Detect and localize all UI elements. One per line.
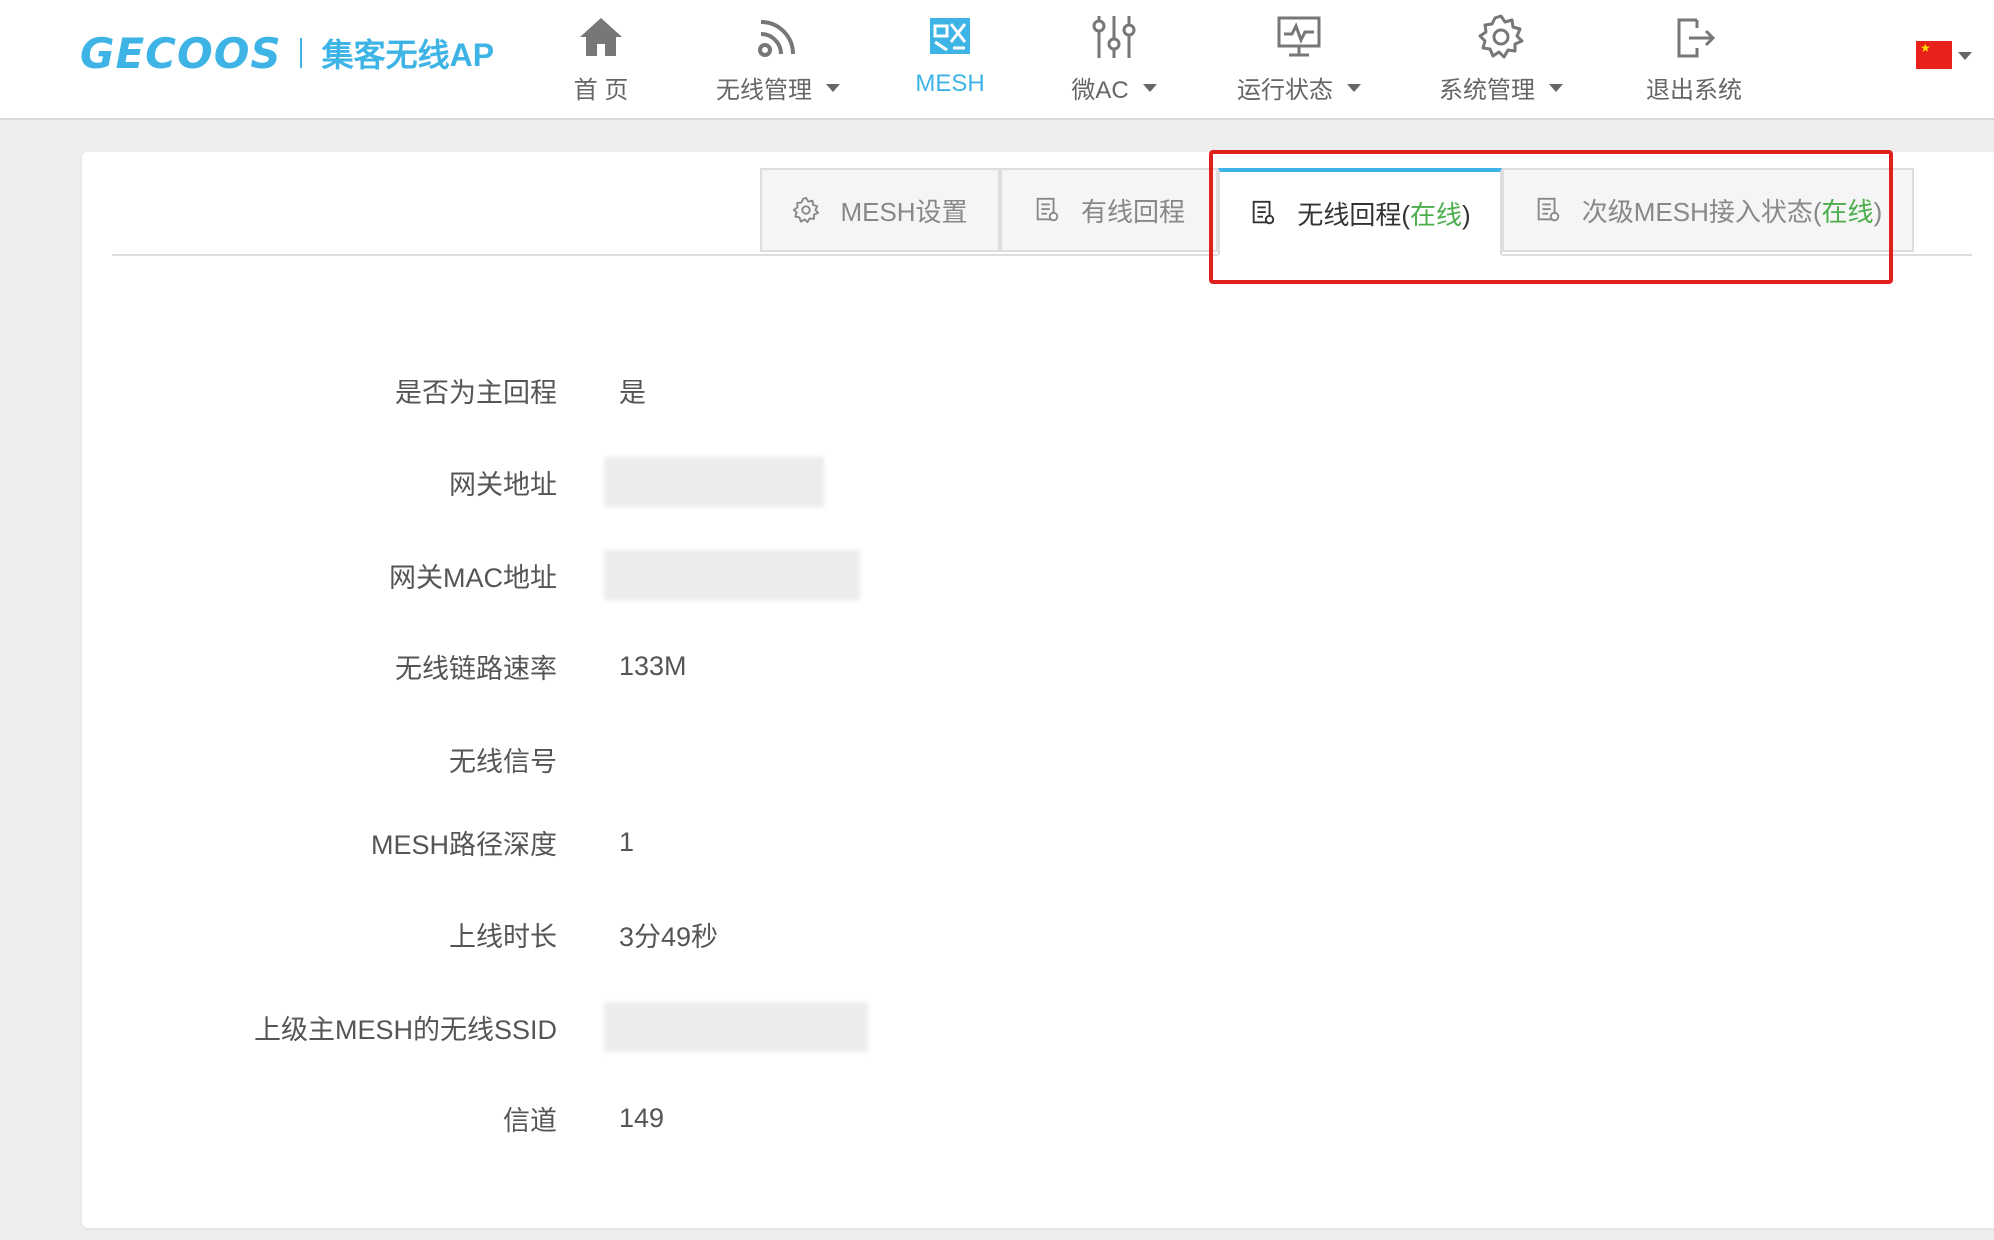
info-label: 上级主MESH的无线SSID: [253, 1014, 557, 1045]
nav-running-status-label: 运行状态: [1237, 70, 1361, 105]
info-row-gateway-mac: 网关MAC地址: [82, 550, 1282, 600]
nav-home-label: 首 页: [573, 77, 629, 104]
info-row-upper-ssid: 上级主MESH的无线SSID: [82, 1002, 1282, 1052]
info-row-primary-backhaul: 是否为主回程 是: [82, 370, 1282, 410]
gear-icon: [1478, 14, 1524, 59]
nav-system-management-label: 系统管理: [1439, 70, 1563, 105]
document-icon: [1036, 197, 1059, 222]
redacted-value: [604, 1002, 868, 1052]
language-dropdown-icon[interactable]: [1958, 52, 1972, 60]
info-label: 网关地址: [449, 469, 557, 500]
tab-wired-backhaul[interactable]: 有线回程: [1000, 168, 1218, 252]
nav-mesh[interactable]: MESH: [912, 0, 988, 118]
nav-micro-ac[interactable]: 微AC: [1066, 0, 1162, 118]
highlight-box: [1209, 150, 1893, 284]
flag-star-icon: ★: [1920, 41, 1931, 55]
info-value: 133M: [619, 650, 687, 681]
nav-system-management-text: 系统管理: [1439, 77, 1535, 104]
info-row-online-duration: 上线时长 3分49秒: [82, 914, 1282, 954]
info-value: 是: [619, 377, 646, 408]
monitor-icon: [1277, 16, 1321, 57]
nav-logout[interactable]: 退出系统: [1644, 0, 1744, 118]
tab-mesh-settings-label: MESH设置: [840, 196, 968, 227]
nav-running-status-text: 运行状态: [1237, 77, 1333, 104]
chevron-down-icon: [1142, 83, 1157, 92]
gear-icon: [793, 196, 820, 224]
nav-mesh-label: MESH: [915, 70, 985, 97]
chevron-down-icon: [1347, 83, 1361, 92]
info-value: 1: [619, 826, 635, 857]
cn-flag-icon[interactable]: ★: [1916, 41, 1952, 69]
info-row-mesh-depth: MESH路径深度 1: [82, 822, 1282, 862]
mesh-icon: [930, 18, 970, 54]
top-navigation-bar: GECOOS 集客无线AP 首 页 无线管理 MESH 微AC 运行状态 系统管…: [0, 0, 1994, 120]
info-label: 上线时长: [449, 921, 557, 952]
logo: GECOOS 集客无线AP: [80, 28, 494, 78]
nav-wireless-text: 无线管理: [716, 77, 812, 104]
nav-system-management[interactable]: 系统管理: [1434, 0, 1568, 118]
info-row-link-rate: 无线链路速率 133M: [82, 646, 1282, 686]
nav-wireless-management[interactable]: 无线管理: [708, 0, 848, 118]
logo-divider: [299, 38, 302, 68]
info-value: 149: [619, 1102, 665, 1133]
home-icon: [580, 18, 622, 56]
info-row-gateway-address: 网关地址: [82, 457, 1282, 507]
info-label: MESH路径深度: [370, 829, 557, 860]
tab-wired-backhaul-label: 有线回程: [1080, 196, 1185, 227]
info-label: 无线链路速率: [395, 653, 557, 684]
logout-icon: [1677, 18, 1716, 58]
info-label: 信道: [503, 1105, 557, 1136]
info-label: 无线信号: [449, 746, 557, 777]
info-value: 3分49秒: [619, 921, 719, 952]
tab-mesh-settings[interactable]: MESH设置: [760, 168, 1000, 252]
info-label: 是否为主回程: [395, 377, 557, 408]
nav-logout-label: 退出系统: [1646, 77, 1742, 104]
info-label: 网关MAC地址: [389, 562, 557, 593]
chevron-down-icon: [1549, 83, 1563, 92]
sliders-icon: [1092, 16, 1136, 58]
logo-subtitle: 集客无线AP: [321, 37, 495, 73]
info-row-wireless-signal: 无线信号: [82, 739, 1282, 779]
chevron-down-icon: [826, 83, 840, 92]
logo-brand: GECOOS: [80, 28, 282, 78]
main-panel: MESH设置 有线回程 无线回程(在线) 次级MESH接入状态(在线) 是否为主…: [82, 150, 1994, 1228]
nav-micro-ac-text: 微AC: [1071, 77, 1129, 104]
redacted-value: [604, 457, 824, 507]
nav-running-status[interactable]: 运行状态: [1232, 0, 1366, 118]
redacted-value: [604, 550, 860, 600]
info-row-channel: 信道 149: [82, 1098, 1282, 1138]
nav-micro-ac-label: 微AC: [1071, 70, 1157, 105]
wifi-icon: [758, 20, 795, 57]
nav-home[interactable]: 首 页: [562, 0, 640, 118]
nav-wireless-label: 无线管理: [716, 70, 840, 105]
